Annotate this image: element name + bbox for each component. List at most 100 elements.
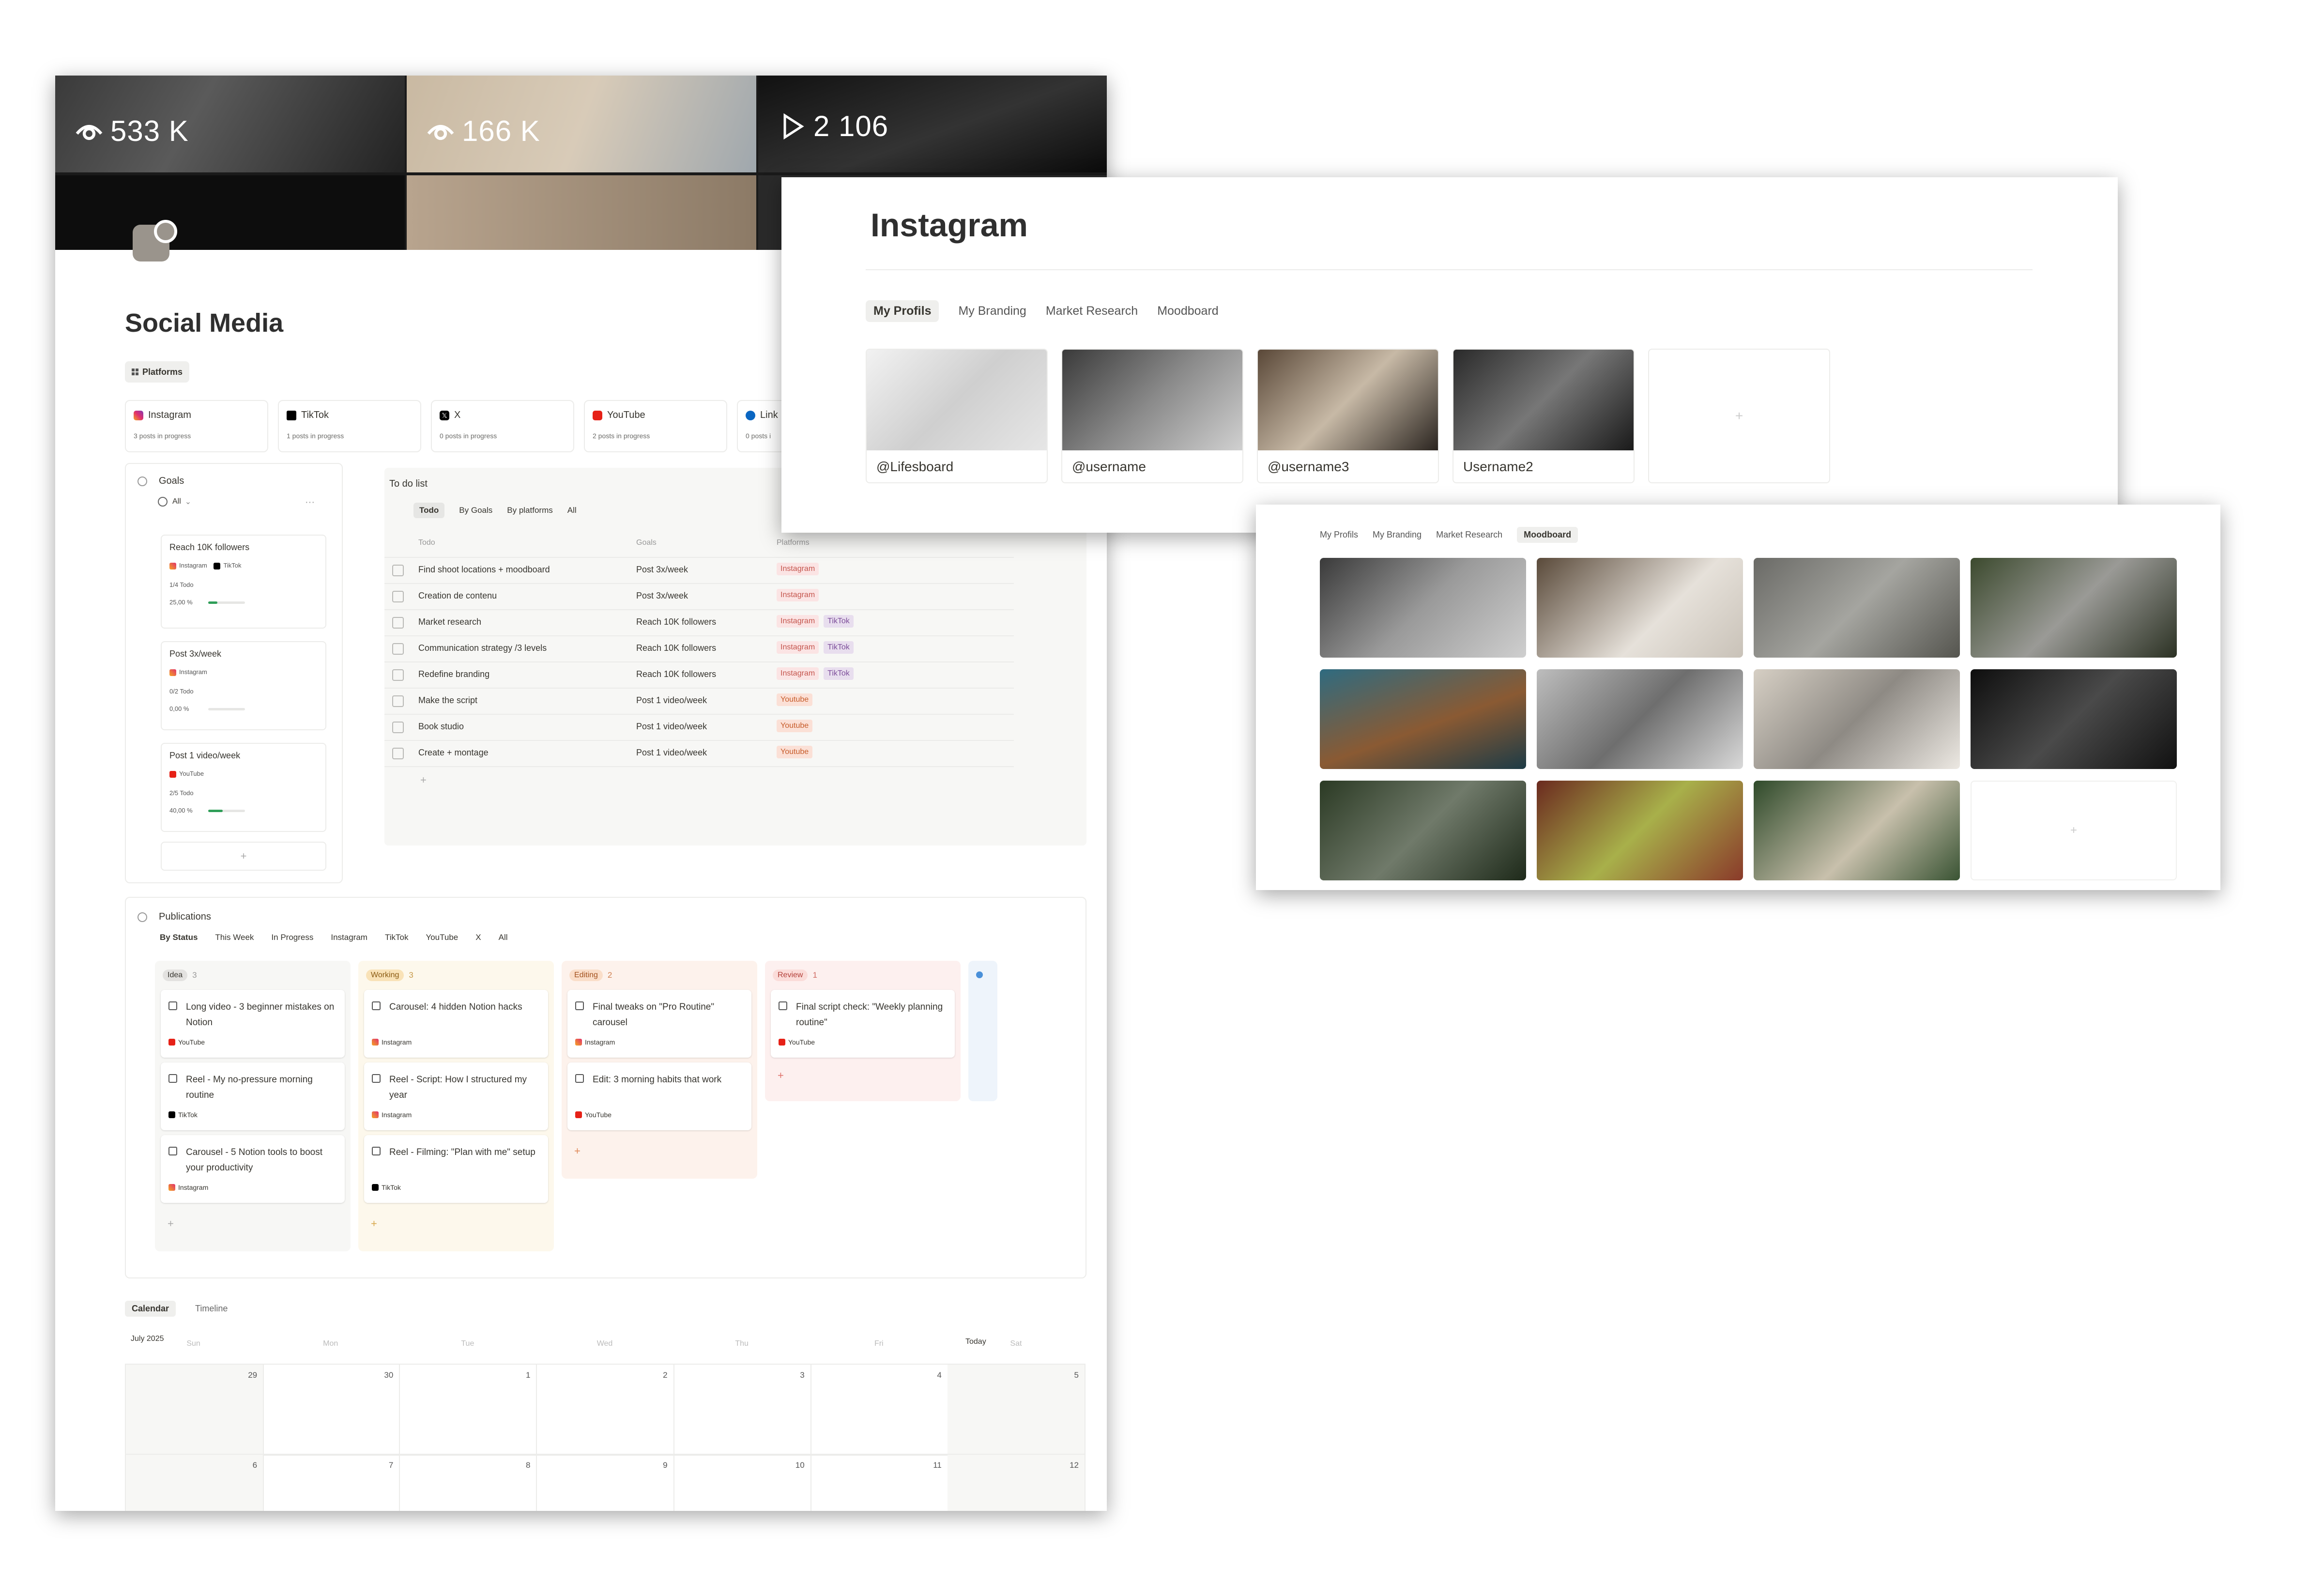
todo-row[interactable]: Book studio Post 1 video/week Youtube [384, 714, 1014, 741]
kanban-card[interactable]: Final script check: "Weekly planning rou… [771, 990, 955, 1058]
todo-checkbox[interactable] [392, 617, 404, 629]
calendar-day[interactable]: 2 [536, 1364, 674, 1456]
moodboard-image[interactable] [1537, 669, 1743, 769]
profile-card[interactable]: Username2 [1452, 349, 1635, 483]
profile-card[interactable]: @username [1061, 349, 1243, 483]
tab-in-progress[interactable]: In Progress [271, 933, 313, 942]
kanban-card[interactable]: Reel - Filming: "Plan with me" setup TikT… [364, 1135, 548, 1203]
tab-instagram[interactable]: Instagram [331, 933, 367, 942]
kanban-card[interactable]: Reel - Script: How I structured my year I… [364, 1062, 548, 1130]
tab-by-goals[interactable]: By Goals [459, 503, 492, 518]
tab-todo[interactable]: Todo [413, 503, 445, 518]
moodboard-image[interactable] [1537, 558, 1743, 658]
tab-market-research[interactable]: Market Research [1046, 300, 1138, 322]
cover-stat-value: 166 K [462, 115, 540, 147]
add-todo-button[interactable]: + [420, 774, 427, 786]
calendar-day-number: 7 [388, 1461, 394, 1470]
calendar-day[interactable]: 3 [673, 1364, 811, 1456]
tab-by-platforms[interactable]: By platforms [507, 503, 552, 518]
kanban-card[interactable]: Final tweaks on "Pro Routine" carousel In… [567, 990, 751, 1058]
profile-card[interactable]: @username3 [1257, 349, 1439, 483]
todo-row[interactable]: Redefine branding Reach 10K followers Inst… [384, 661, 1014, 689]
moodboard-image[interactable] [1754, 669, 1960, 769]
add-profile-button[interactable]: + [1648, 349, 1830, 483]
calendar-day[interactable]: 4 [810, 1364, 948, 1456]
instagram-title: Instagram [871, 207, 1028, 244]
calendar-day[interactable]: 30 [262, 1364, 400, 1456]
goals-filter[interactable]: All ⌄ [158, 497, 191, 507]
tab-all[interactable]: All [499, 933, 508, 942]
todo-checkbox[interactable] [392, 565, 404, 576]
moodboard-image[interactable] [1320, 558, 1526, 658]
tab-youtube[interactable]: YouTube [426, 933, 458, 942]
todo-checkbox[interactable] [392, 591, 404, 602]
profile-name: @Lifesboard [876, 459, 954, 474]
tab-my-profils[interactable]: My Profils [1320, 527, 1358, 543]
kanban-card[interactable]: Carousel - 5 Notion tools to boost your … [161, 1135, 345, 1203]
todo-row[interactable]: Communication strategy /3 levels Reach 10… [384, 635, 1014, 662]
moodboard-image[interactable] [1971, 669, 2177, 769]
moodboard-image[interactable] [1537, 781, 1743, 880]
platform-card-youtube[interactable]: YouTube 2 posts in progress [584, 400, 727, 452]
goal-card[interactable]: Post 1 video/week YouTube 2/5 Todo 40,00… [161, 743, 326, 832]
tab-my-branding[interactable]: My Branding [1373, 527, 1422, 543]
todo-row[interactable]: Create + montage Post 1 video/week Youtube [384, 740, 1014, 767]
add-card-button[interactable]: + [371, 1217, 377, 1230]
moodboard-image[interactable] [1971, 558, 2177, 658]
todo-row[interactable]: Make the script Post 1 video/week Youtube [384, 688, 1014, 715]
kanban-card[interactable]: Long video - 3 beginner mistakes on Noti… [161, 990, 345, 1058]
calendar-day[interactable]: 7 [262, 1454, 400, 1511]
tab-my-branding[interactable]: My Branding [958, 300, 1026, 322]
moodboard-image[interactable] [1754, 558, 1960, 658]
kanban-card[interactable]: Carousel: 4 hidden Notion hacks Instagram [364, 990, 548, 1058]
todo-row[interactable]: Creation de contenu Post 3x/week Instagram [384, 583, 1014, 610]
add-card-button[interactable]: + [168, 1217, 174, 1230]
todo-row[interactable]: Market research Reach 10K followers Instag… [384, 609, 1014, 636]
calendar-day[interactable]: 8 [399, 1454, 537, 1511]
todo-checkbox[interactable] [392, 748, 404, 759]
page-icon[interactable] [133, 220, 177, 262]
tab-platforms[interactable]: Platforms [125, 361, 190, 383]
todo-checkbox[interactable] [392, 695, 404, 707]
tab-by-status[interactable]: By Status [160, 933, 198, 942]
platform-card-tiktok[interactable]: TikTok 1 posts in progress [278, 400, 421, 452]
calendar-day[interactable]: 5 [947, 1364, 1086, 1456]
platform-card-x[interactable]: 𝕏X 0 posts in progress [431, 400, 574, 452]
tab-market-research[interactable]: Market Research [1436, 527, 1502, 543]
add-goal-button[interactable]: + [161, 842, 326, 871]
tab-this-week[interactable]: This Week [215, 933, 254, 942]
tab-tiktok[interactable]: TikTok [385, 933, 409, 942]
profile-card[interactable]: @Lifesboard [866, 349, 1048, 483]
tab-timeline[interactable]: Timeline [195, 1301, 228, 1317]
add-card-button[interactable]: + [778, 1069, 784, 1082]
calendar-day[interactable]: 11 [810, 1454, 948, 1511]
moodboard-image[interactable] [1754, 781, 1960, 880]
calendar-day[interactable]: 6 [125, 1454, 264, 1511]
tab-moodboard[interactable]: Moodboard [1517, 527, 1578, 543]
calendar-day[interactable]: 9 [536, 1454, 674, 1511]
moodboard-image[interactable] [1320, 781, 1526, 880]
kanban-card[interactable]: Reel - My no-pressure morning routine Tik… [161, 1062, 345, 1130]
calendar-day[interactable]: 10 [673, 1454, 811, 1511]
more-icon[interactable]: ··· [305, 497, 315, 508]
tab-all[interactable]: All [567, 503, 577, 518]
todo-row[interactable]: Find shoot locations + moodboard Post 3x/… [384, 557, 1014, 584]
todo-checkbox[interactable] [392, 722, 404, 733]
moodboard-image[interactable] [1320, 669, 1526, 769]
calendar-day[interactable]: 29 [125, 1364, 264, 1456]
calendar-day[interactable]: 12 [947, 1454, 1086, 1511]
add-card-button[interactable]: + [574, 1145, 581, 1157]
tab-x[interactable]: X [475, 933, 481, 942]
todo-checkbox[interactable] [392, 669, 404, 681]
goal-card[interactable]: Post 3x/week Instagram 0/2 Todo 0,00 % [161, 641, 326, 730]
tab-my-profils[interactable]: My Profils [866, 300, 939, 322]
kanban-card[interactable]: Edit: 3 morning habits that work YouTube [567, 1062, 751, 1130]
todo-checkbox[interactable] [392, 643, 404, 655]
tab-calendar[interactable]: Calendar [125, 1301, 176, 1317]
tab-moodboard[interactable]: Moodboard [1157, 300, 1218, 322]
goal-card[interactable]: Reach 10K followers Instagram TikTok 1/4… [161, 535, 326, 629]
add-moodboard-image-button[interactable]: + [1971, 781, 2177, 880]
weekday-label: Sat [1010, 1339, 1022, 1348]
platform-card-instagram[interactable]: Instagram 3 posts in progress [125, 400, 268, 452]
calendar-day[interactable]: 1 [399, 1364, 537, 1456]
